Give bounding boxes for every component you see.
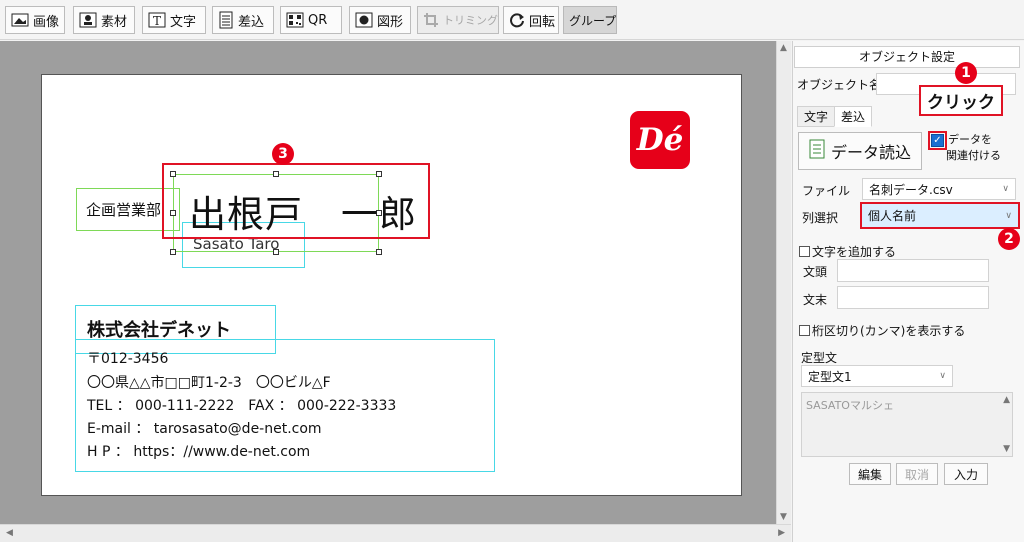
suffix-input[interactable]: [837, 286, 989, 309]
template-preview-area[interactable]: SASATOマルシェ ▲ ▼: [801, 392, 1013, 457]
group-button[interactable]: グループ: [563, 6, 617, 34]
chevron-down-icon: ∨: [1005, 210, 1012, 221]
vertical-scrollbar[interactable]: ▲ ▼: [776, 41, 791, 524]
image-button[interactable]: 画像: [5, 6, 65, 34]
edit-button[interactable]: 編集: [849, 463, 891, 485]
document-icon: [809, 139, 825, 163]
toolbar: 画像 素材 T 文字 差込 QR 図形 トリミング 回転 グループ: [0, 0, 1024, 40]
column-select[interactable]: 個人名前 ∨: [860, 202, 1020, 229]
file-select[interactable]: 名刺データ.csv ∨: [862, 178, 1016, 200]
insert-button-label: 差込: [238, 14, 265, 30]
data-load-label: データ読込: [830, 143, 911, 162]
resize-handle[interactable]: [273, 249, 279, 255]
suffix-label: 文末: [803, 293, 828, 307]
cancel-button[interactable]: 取消: [896, 463, 938, 485]
image-button-label: 画像: [33, 14, 60, 30]
trim-button[interactable]: トリミング: [417, 6, 499, 34]
link-checkbox-label-1: データを: [948, 133, 992, 146]
step-1-badge: 1: [955, 62, 977, 84]
resize-handle[interactable]: [376, 249, 382, 255]
data-load-button[interactable]: データ読込: [798, 132, 922, 170]
material-button[interactable]: 素材: [73, 6, 135, 34]
panel-title: オブジェクト設定: [794, 46, 1020, 68]
text-icon: T: [148, 12, 166, 28]
shape-button[interactable]: 図形: [349, 6, 411, 34]
input-button[interactable]: 入力: [944, 463, 988, 485]
tel-fax-text: TEL ： 000-111-2222 FAX ： 000-222-3333: [87, 398, 397, 414]
resize-handle[interactable]: [170, 249, 176, 255]
comma-checkbox[interactable]: [799, 325, 810, 336]
homepage-text: H P ： https：//www.de-net.com: [87, 444, 311, 460]
trim-icon: [423, 12, 439, 28]
tab-insert[interactable]: 差込: [834, 106, 873, 127]
file-label: ファイル: [802, 184, 851, 198]
shape-icon: [355, 12, 373, 28]
group-button-label: グループ: [569, 13, 617, 28]
click-callout: クリック: [919, 85, 1003, 116]
add-text-checkbox[interactable]: [799, 246, 810, 257]
qr-icon: [286, 12, 304, 28]
rotate-button[interactable]: 回転: [503, 6, 559, 34]
rotate-icon: [509, 12, 525, 28]
insert-button[interactable]: 差込: [212, 6, 274, 34]
material-button-label: 素材: [101, 14, 128, 30]
email-text: E-mail ： tarosasato@de-net.com: [87, 421, 322, 437]
qr-button-label: QR: [308, 12, 328, 28]
scroll-up-icon[interactable]: ▲: [780, 43, 787, 53]
insert-icon: [218, 11, 234, 29]
chevron-down-icon: ∨: [939, 371, 946, 381]
rotate-button-label: 回転: [529, 14, 556, 30]
horizontal-scrollbar[interactable]: ◀ ▶: [0, 524, 791, 542]
chevron-down-icon: ∨: [1002, 184, 1009, 194]
material-icon: [79, 12, 97, 28]
step-2-badge: 2: [998, 228, 1020, 250]
image-icon: [11, 12, 29, 28]
trim-button-label: トリミング: [443, 14, 498, 27]
step-3-badge: 3: [272, 143, 294, 165]
object-name-label: オブジェクト名: [797, 78, 882, 92]
link-checkbox-label-2: 関連付ける: [946, 149, 1001, 162]
preview-scroll-down-icon[interactable]: ▼: [1003, 444, 1010, 454]
scroll-down-icon[interactable]: ▼: [780, 512, 787, 522]
qr-button[interactable]: QR: [280, 6, 342, 34]
column-label: 列選択: [802, 211, 839, 225]
add-text-option[interactable]: 文字を追加する: [799, 243, 896, 260]
prefix-input[interactable]: [837, 259, 989, 282]
tab-text[interactable]: 文字: [797, 106, 836, 127]
text-button[interactable]: T 文字: [142, 6, 206, 34]
scroll-right-icon[interactable]: ▶: [778, 528, 785, 538]
name-highlight-frame: [162, 163, 430, 239]
address-text: 〇〇県△△市□□町1-2-3 〇〇ビル△F: [87, 375, 331, 391]
link-data-checkbox[interactable]: ✓: [931, 134, 944, 147]
prefix-label: 文頭: [803, 265, 828, 279]
preview-scroll-up-icon[interactable]: ▲: [1003, 395, 1010, 405]
svg-text:T: T: [153, 14, 161, 28]
company-logo[interactable]: Dé: [630, 111, 690, 169]
postal-code-text: 〒012-3456: [87, 351, 169, 367]
comma-option[interactable]: 桁区切り(カンマ)を表示する: [799, 322, 965, 339]
department-text: 企画営業部: [86, 201, 162, 219]
template-select[interactable]: 定型文1 ∨: [801, 365, 953, 387]
template-label: 定型文: [801, 351, 838, 365]
shape-button-label: 図形: [377, 14, 404, 30]
text-button-label: 文字: [170, 14, 197, 30]
scroll-left-icon[interactable]: ◀: [6, 528, 13, 538]
